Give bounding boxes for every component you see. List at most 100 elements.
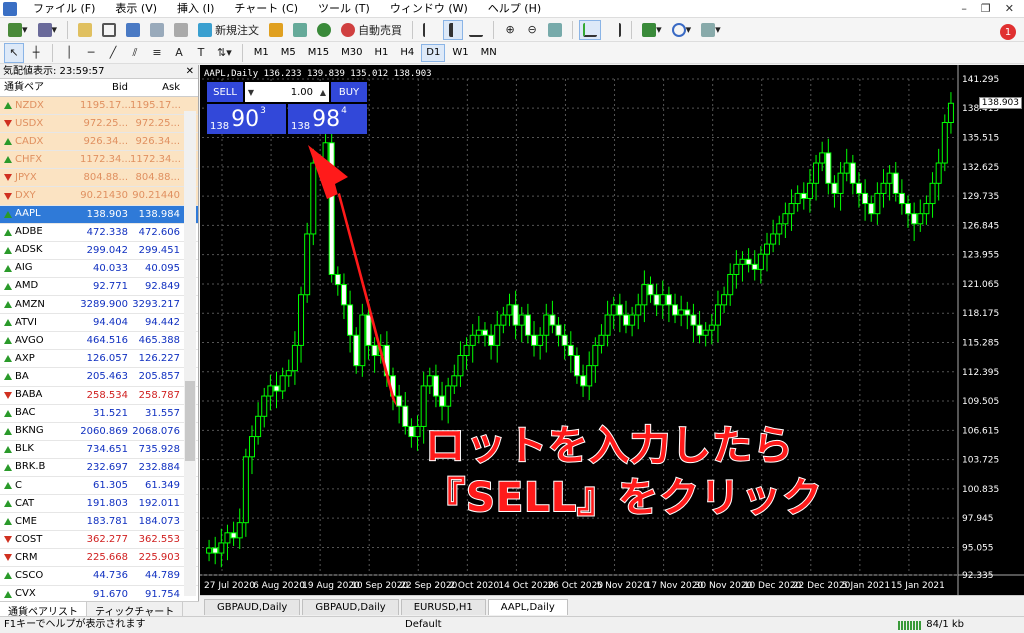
table-row[interactable]: BAC 31.521 31.557	[0, 405, 198, 423]
new-chart-button[interactable]: ▾	[4, 20, 32, 40]
timeframe-h1[interactable]: H1	[369, 44, 393, 62]
table-row[interactable]: USDX 972.25... 972.25...	[0, 115, 198, 134]
table-row[interactable]: DXY 90.21430 90.21440	[0, 187, 198, 206]
menu-view[interactable]: 表示 (V)	[105, 0, 167, 18]
lot-size-field[interactable]: ▼ 1.00 ▲	[245, 82, 329, 102]
table-row[interactable]: CME 183.781 184.073	[0, 513, 198, 532]
market-watch-scrollbar[interactable]	[184, 111, 196, 596]
auto-scroll-button[interactable]	[579, 19, 602, 40]
restore-icon[interactable]: ❐	[981, 2, 991, 15]
timeframe-mn[interactable]: MN	[476, 44, 502, 62]
data-window-button[interactable]	[98, 20, 120, 40]
table-row[interactable]: ATVI 94.404 94.442	[0, 314, 198, 333]
timeframe-m30[interactable]: M30	[336, 44, 367, 62]
table-row[interactable]: BA 205.463 205.857	[0, 368, 198, 387]
chart-window[interactable]: 141.295 138.415 135.515 132.625 129.735 126.8…	[200, 65, 1024, 595]
terminal-button[interactable]	[146, 20, 168, 40]
table-row[interactable]: CAT 191.803 192.011	[0, 495, 198, 514]
crosshair-button[interactable]: ┼	[26, 43, 46, 63]
vertical-line-button[interactable]: │	[59, 43, 79, 63]
table-row[interactable]: NZDX 1195.17... 1195.17...	[0, 97, 198, 116]
close-icon[interactable]: ✕	[186, 65, 194, 79]
table-row[interactable]: CADX 926.34... 926.34...	[0, 133, 198, 152]
table-row[interactable]: JPYX 804.88... 804.88...	[0, 169, 198, 188]
chart-tab-gbpaud-2[interactable]: GBPAUD,Daily	[302, 599, 399, 615]
menu-file[interactable]: ファイル (F)	[23, 0, 105, 18]
navigator-button[interactable]	[122, 20, 144, 40]
signals-button[interactable]	[289, 20, 311, 40]
table-row[interactable]: AMD 92.771 92.849	[0, 278, 198, 297]
zoom-in-button[interactable]: ⊕	[500, 20, 520, 40]
timeframe-h4[interactable]: H4	[395, 44, 419, 62]
table-row[interactable]: BABA 258.534 258.787	[0, 387, 198, 405]
table-row[interactable]: C 61.305 61.349	[0, 477, 198, 496]
menu-window[interactable]: ウィンドウ (W)	[380, 0, 478, 18]
tab-tick-chart[interactable]: ティックチャート	[87, 602, 184, 618]
chart-tab-aapl[interactable]: AAPL,Daily	[487, 599, 568, 615]
table-row[interactable]: COST 362.277 362.553	[0, 531, 198, 550]
table-row[interactable]: AAPL 138.903 138.984	[0, 205, 198, 224]
lot-increase-icon[interactable]: ▲	[317, 88, 329, 97]
horizontal-line-button[interactable]: ─	[81, 43, 101, 63]
bar-chart-button[interactable]	[419, 20, 441, 40]
lot-size-value[interactable]: 1.00	[257, 87, 317, 98]
chart-tab-eurusd[interactable]: EURUSD,H1	[400, 599, 486, 615]
timeframe-d1[interactable]: D1	[421, 43, 446, 62]
table-row[interactable]: ADBE 472.338 472.606	[0, 224, 198, 242]
menu-help[interactable]: ヘルプ (H)	[478, 0, 551, 18]
market-button[interactable]	[313, 20, 335, 40]
tab-symbols[interactable]: 通貨ペアリスト	[0, 602, 87, 618]
tile-windows-button[interactable]	[544, 20, 566, 40]
scrollbar-thumb[interactable]	[185, 381, 195, 461]
zoom-out-button[interactable]: ⊖	[522, 20, 542, 40]
profiles-button[interactable]: ▾	[34, 20, 62, 40]
sell-price-box[interactable]: 138 90 3	[207, 104, 286, 134]
table-row[interactable]: AIG 40.033 40.095	[0, 260, 198, 278]
market-watch-button[interactable]	[74, 20, 96, 40]
menu-insert[interactable]: 挿入 (I)	[167, 0, 224, 18]
candlestick-button[interactable]	[443, 19, 464, 40]
sell-button[interactable]: SELL	[207, 82, 243, 102]
lot-decrease-icon[interactable]: ▼	[245, 88, 257, 97]
minimize-icon[interactable]: –	[961, 2, 967, 15]
text-label-button[interactable]: T	[191, 43, 211, 63]
table-row[interactable]: BKNG 2060.869 2068.076	[0, 423, 198, 441]
chart-tab-gbpaud-1[interactable]: GBPAUD,Daily	[204, 599, 301, 615]
table-row[interactable]: CHFX 1172.34... 1172.34...	[0, 151, 198, 170]
timeframe-m5[interactable]: M5	[276, 44, 301, 62]
channel-button[interactable]: ⫽	[125, 43, 145, 63]
menu-tools[interactable]: ツール (T)	[308, 0, 380, 18]
timeframe-m1[interactable]: M1	[249, 44, 274, 62]
table-row[interactable]: CSCO 44.736 44.789	[0, 567, 198, 586]
table-row[interactable]: BRK.B 232.697 232.884	[0, 459, 198, 477]
buy-price-box[interactable]: 138 98 4	[288, 104, 367, 134]
text-button[interactable]: A	[169, 43, 189, 63]
table-row[interactable]: ADSK 299.042 299.451	[0, 242, 198, 260]
timeframe-m15[interactable]: M15	[303, 44, 334, 62]
cursor-button[interactable]: ↖	[4, 42, 24, 63]
table-row[interactable]: AXP 126.057 126.227	[0, 350, 198, 369]
fibonacci-button[interactable]: ≡	[147, 43, 167, 63]
templates-button[interactable]: ▾	[697, 20, 725, 40]
table-row[interactable]: CRM 225.668 225.903	[0, 549, 198, 568]
arrows-button[interactable]: ⇅▾	[213, 43, 236, 63]
auto-trading-button[interactable]: 自動売買	[337, 20, 406, 40]
header-symbol[interactable]: 通貨ペア	[0, 79, 80, 96]
notification-badge[interactable]: 1	[1000, 24, 1016, 40]
chart-shift-button[interactable]	[603, 20, 625, 40]
new-order-button[interactable]: 新規注文	[194, 20, 263, 40]
indicators-button[interactable]: ▾	[638, 20, 666, 40]
header-ask[interactable]: Ask	[130, 79, 182, 96]
table-row[interactable]: AVGO 464.516 465.388	[0, 332, 198, 351]
tester-button[interactable]	[170, 20, 192, 40]
header-bid[interactable]: Bid	[80, 79, 130, 96]
table-row[interactable]: AMZN 3289.900 3293.217	[0, 296, 198, 315]
timeframe-w1[interactable]: W1	[447, 44, 473, 62]
periods-button[interactable]: ▾	[668, 20, 696, 40]
line-chart-button[interactable]	[465, 20, 487, 40]
metaeditor-button[interactable]	[265, 20, 287, 40]
close-icon[interactable]: ✕	[1005, 2, 1014, 15]
table-row[interactable]: BLK 734.651 735.928	[0, 441, 198, 459]
trendline-button[interactable]: ╱	[103, 43, 123, 63]
menu-chart[interactable]: チャート (C)	[224, 0, 308, 18]
